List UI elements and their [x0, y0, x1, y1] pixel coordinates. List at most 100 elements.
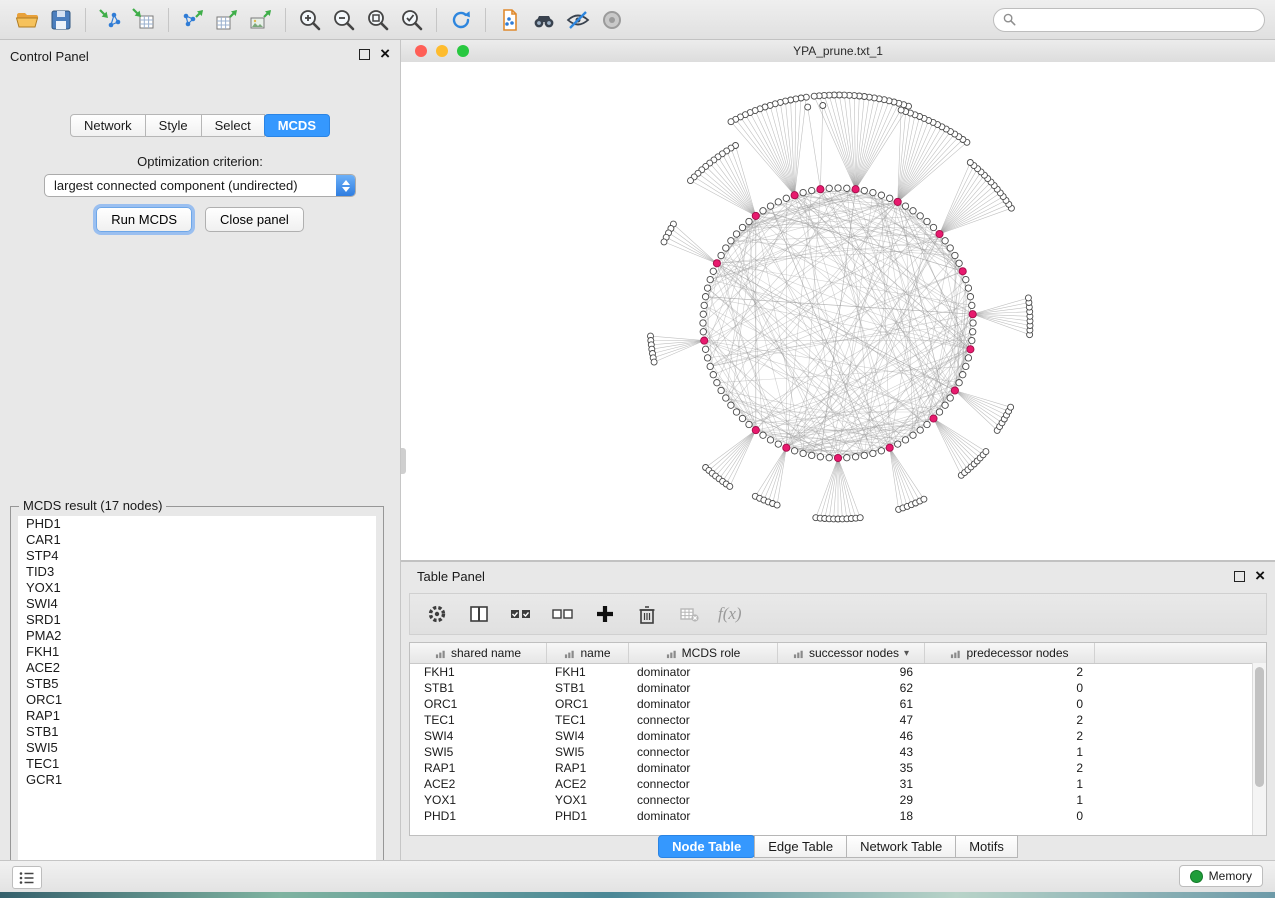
- sort-icon: [950, 648, 961, 659]
- task-history-icon[interactable]: [12, 866, 42, 889]
- dominator-node[interactable]: [886, 444, 893, 451]
- mcds-result-item[interactable]: TEC1: [18, 756, 376, 772]
- tab-mcds[interactable]: MCDS: [264, 114, 330, 137]
- dominator-node[interactable]: [701, 337, 708, 344]
- column-header-shared-name[interactable]: shared name: [410, 643, 547, 663]
- dominator-node[interactable]: [783, 444, 790, 451]
- dominator-node[interactable]: [817, 186, 824, 193]
- dominator-node[interactable]: [969, 311, 976, 318]
- panel-splitter-handle[interactable]: [401, 448, 406, 474]
- mcds-result-item[interactable]: ACE2: [18, 660, 376, 676]
- mcds-result-item[interactable]: CAR1: [18, 532, 376, 548]
- table-row[interactable]: YOX1YOX1connector291: [410, 792, 1266, 808]
- dominator-node[interactable]: [967, 346, 974, 353]
- hide-graphics-icon[interactable]: [561, 5, 595, 35]
- export-image-icon[interactable]: [244, 5, 278, 35]
- mcds-result-item[interactable]: GCR1: [18, 772, 376, 788]
- mcds-result-item[interactable]: SWI5: [18, 740, 376, 756]
- binoculars-icon[interactable]: [527, 5, 561, 35]
- trash-icon[interactable]: [634, 601, 660, 627]
- dominator-node[interactable]: [894, 198, 901, 205]
- table-row[interactable]: FKH1FKH1dominator962: [410, 664, 1266, 680]
- table-row[interactable]: RAP1RAP1dominator352: [410, 760, 1266, 776]
- mcds-result-item[interactable]: SWI4: [18, 596, 376, 612]
- close-table-panel-icon[interactable]: ×: [1255, 570, 1265, 582]
- dominator-node[interactable]: [936, 230, 943, 237]
- table-row[interactable]: SWI4SWI4dominator462: [410, 728, 1266, 744]
- run-mcds-button[interactable]: Run MCDS: [96, 207, 192, 232]
- save-session-icon[interactable]: [44, 5, 78, 35]
- close-panel-icon[interactable]: ×: [380, 48, 390, 60]
- mcds-result-item[interactable]: RAP1: [18, 708, 376, 724]
- export-network-icon[interactable]: [176, 5, 210, 35]
- tab-node-table[interactable]: Node Table: [658, 835, 755, 858]
- search-input[interactable]: [1022, 12, 1255, 28]
- mcds-result-item[interactable]: SRD1: [18, 612, 376, 628]
- mcds-result-list[interactable]: PHD1CAR1STP4TID3YOX1SWI4SRD1PMA2FKH1ACE2…: [18, 516, 376, 870]
- mcds-result-item[interactable]: TID3: [18, 564, 376, 580]
- column-header-successor-nodes[interactable]: successor nodes▾: [778, 643, 925, 663]
- dominator-node[interactable]: [713, 260, 720, 267]
- import-network-icon[interactable]: [93, 5, 127, 35]
- mcds-result-item[interactable]: YOX1: [18, 580, 376, 596]
- dominator-node[interactable]: [791, 192, 798, 199]
- network-canvas[interactable]: [401, 62, 1275, 560]
- dominator-node[interactable]: [752, 427, 759, 434]
- network-titlebar[interactable]: YPA_prune.txt_1: [401, 40, 1275, 63]
- gear-icon[interactable]: [424, 601, 450, 627]
- delete-table-icon[interactable]: [676, 601, 702, 627]
- mcds-result-item[interactable]: FKH1: [18, 644, 376, 660]
- column-header-MCDS-role[interactable]: MCDS role: [629, 643, 778, 663]
- zoom-selected-icon[interactable]: [395, 5, 429, 35]
- add-icon[interactable]: [592, 601, 618, 627]
- import-table-icon[interactable]: [127, 5, 161, 35]
- memory-button[interactable]: Memory: [1179, 865, 1263, 887]
- float-panel-icon[interactable]: [359, 49, 370, 60]
- deselect-all-icon[interactable]: [550, 601, 576, 627]
- tab-select[interactable]: Select: [201, 114, 265, 137]
- mcds-result-item[interactable]: ORC1: [18, 692, 376, 708]
- dominator-node[interactable]: [834, 454, 841, 461]
- search-box[interactable]: [993, 8, 1265, 32]
- mcds-result-item[interactable]: STB1: [18, 724, 376, 740]
- toolbar-separator: [85, 8, 86, 32]
- refresh-icon[interactable]: [444, 5, 478, 35]
- export-table-icon[interactable]: [210, 5, 244, 35]
- optimization-criterion-select[interactable]: largest connected component (undirected): [44, 174, 356, 197]
- column-header-predecessor-nodes[interactable]: predecessor nodes: [925, 643, 1095, 663]
- table-row[interactable]: ACE2ACE2connector311: [410, 776, 1266, 792]
- mcds-result-item[interactable]: STB5: [18, 676, 376, 692]
- copy-style-icon[interactable]: [493, 5, 527, 35]
- mcds-result-item[interactable]: STP4: [18, 548, 376, 564]
- dominator-node[interactable]: [852, 186, 859, 193]
- show-columns-icon[interactable]: [466, 601, 492, 627]
- float-table-panel-icon[interactable]: [1234, 571, 1245, 582]
- table-row[interactable]: PHD1PHD1dominator180: [410, 808, 1266, 824]
- dominator-node[interactable]: [959, 268, 966, 275]
- scrollbar-thumb[interactable]: [1255, 667, 1264, 787]
- table-scrollbar[interactable]: [1252, 663, 1266, 835]
- table-row[interactable]: ORC1ORC1dominator610: [410, 696, 1266, 712]
- dominator-node[interactable]: [752, 212, 759, 219]
- zoom-out-icon[interactable]: [327, 5, 361, 35]
- dominator-node[interactable]: [930, 415, 937, 422]
- function-builder-icon[interactable]: f(x): [718, 604, 742, 624]
- tab-network-table[interactable]: Network Table: [846, 835, 956, 858]
- tab-motifs[interactable]: Motifs: [955, 835, 1018, 858]
- table-row[interactable]: STB1STB1dominator620: [410, 680, 1266, 696]
- dominator-node[interactable]: [951, 387, 958, 394]
- open-session-icon[interactable]: [10, 5, 44, 35]
- tab-network[interactable]: Network: [70, 114, 146, 137]
- zoom-in-icon[interactable]: [293, 5, 327, 35]
- select-all-icon[interactable]: [508, 601, 534, 627]
- close-panel-button[interactable]: Close panel: [205, 207, 304, 232]
- zoom-fit-icon[interactable]: [361, 5, 395, 35]
- tab-edge-table[interactable]: Edge Table: [754, 835, 847, 858]
- mcds-result-item[interactable]: PMA2: [18, 628, 376, 644]
- table-row[interactable]: SWI5SWI5connector431: [410, 744, 1266, 760]
- tab-style[interactable]: Style: [145, 114, 202, 137]
- column-header-name[interactable]: name: [547, 643, 629, 663]
- mcds-result-item[interactable]: PHD1: [18, 516, 376, 532]
- table-row[interactable]: TEC1TEC1connector472: [410, 712, 1266, 728]
- show-graphics-icon[interactable]: [595, 5, 629, 35]
